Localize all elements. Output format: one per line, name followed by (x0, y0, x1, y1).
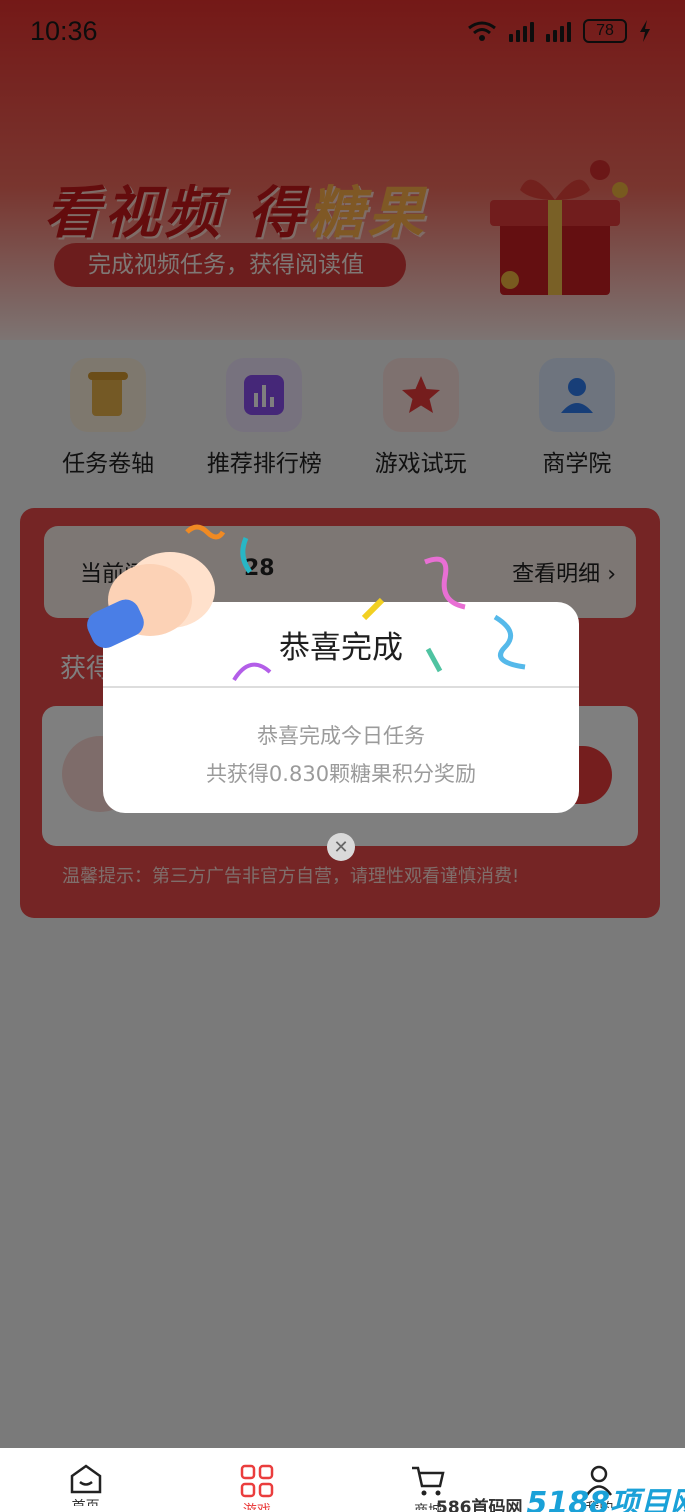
confetti-icon (361, 597, 385, 621)
confetti-icon (240, 536, 253, 574)
dialog-divider (103, 686, 579, 688)
confetti-icon (185, 524, 225, 540)
tab-home[interactable]: 首页 (46, 1464, 126, 1506)
dialog-message-1: 恭喜完成今日任务 (257, 724, 425, 748)
close-icon: ✕ (333, 836, 349, 858)
watermark: 586首码网 5188项目网 (436, 1486, 685, 1512)
confetti-icon (424, 556, 466, 610)
close-dialog-button[interactable]: ✕ (327, 833, 355, 861)
dialog-message-2: 共获得0.830颗糖果积分奖励 (205, 762, 477, 786)
confetti-icon (493, 614, 526, 670)
home-icon (70, 1464, 101, 1494)
confetti-icon (425, 647, 443, 673)
confetti-icon (232, 662, 272, 682)
grid-icon (240, 1464, 274, 1498)
tab-label: 首页 (72, 1496, 100, 1506)
tab-games[interactable]: 游戏 (217, 1464, 297, 1510)
tab-label: 游戏 (243, 1500, 271, 1510)
